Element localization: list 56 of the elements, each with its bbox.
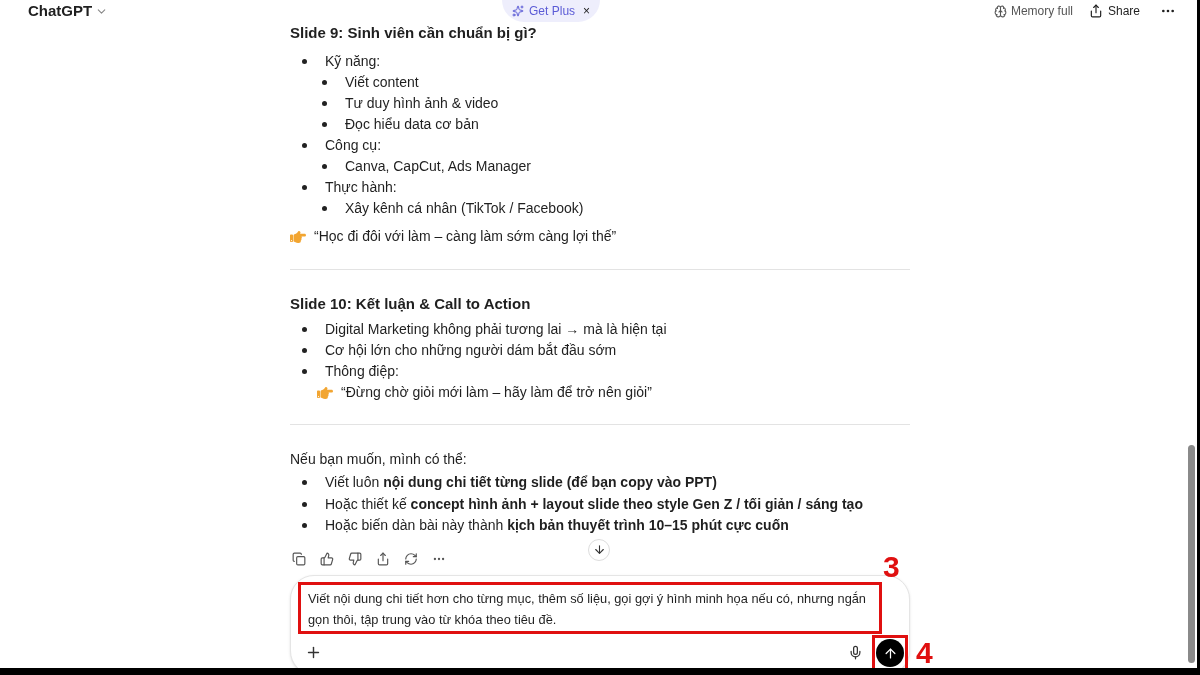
bullet-icon: [302, 59, 307, 64]
quote-text: “Học đi đôi với làm – càng làm sớm càng lợi thế”: [314, 227, 617, 246]
annotation-number: 3: [883, 551, 900, 582]
close-icon[interactable]: ×: [583, 2, 591, 20]
bullet-icon: [322, 101, 327, 106]
section-heading: Slide 9: Sinh viên cần chuẩn bị gì?: [290, 22, 538, 43]
arrow-down-icon: [592, 543, 606, 556]
bullet-icon: [322, 164, 327, 169]
app-title[interactable]: ChatGPT: [28, 0, 93, 23]
copy-icon[interactable]: [292, 551, 306, 566]
bullet-icon: [322, 80, 327, 85]
bullet-icon: [302, 327, 307, 332]
scroll-down-button[interactable]: [588, 538, 610, 561]
list-item-text: Kỹ năng:: [325, 52, 381, 71]
pointing-hand-icon: [317, 384, 333, 401]
bullet-icon: [302, 523, 307, 529]
annotation-number: 4: [916, 637, 933, 668]
share-button[interactable]: Share: [1088, 2, 1140, 20]
bullet-icon: [322, 206, 327, 211]
quote-text: “Đừng chờ giỏi mới làm – hãy làm để trở nên giỏi”: [341, 383, 652, 402]
bullet-icon: [302, 480, 307, 486]
bullet-icon: [322, 122, 327, 127]
list-item-text: Thực hành:: [325, 178, 397, 197]
pointing-hand-icon: [290, 228, 306, 245]
memory-status[interactable]: Memory full: [1010, 2, 1073, 20]
memory-icon: [993, 4, 1007, 18]
bullet-icon: [302, 348, 307, 353]
list-item-text: Xây kênh cá nhân (TikTok / Facebook): [345, 199, 584, 218]
thumbs-up-icon[interactable]: [320, 551, 334, 566]
bullet-icon: [302, 369, 307, 374]
section-heading: Slide 10: Kết luận & Call to Action: [290, 293, 532, 314]
share-icon[interactable]: [376, 551, 390, 566]
list-item-text: Digital Marketing không phải tương lai → mà là hiện tại: [325, 320, 667, 339]
refresh-icon[interactable]: [404, 551, 418, 566]
list-item-text: Thông điệp:: [325, 362, 399, 381]
microphone-icon[interactable]: [848, 644, 863, 660]
bullet-icon: [302, 185, 307, 190]
list-item-text: Hoặc biến dàn bài này thành kịch bản thuyết trình 10–15 phút cực cuốn: [325, 516, 789, 536]
list-item-text: Tư duy hình ảnh & video: [345, 94, 499, 113]
list-item-text: Canva, CapCut, Ads Manager: [345, 157, 531, 176]
list-item-text: Hoặc thiết kế concept hình ảnh + layout slide theo style Gen Z / tối giản / sáng tạo: [325, 494, 863, 514]
list-item-text: Viết luôn nội dung chi tiết từng slide (để bạn copy vào PPT): [325, 473, 717, 493]
list-item-text: Công cụ:: [325, 136, 382, 155]
bullet-icon: [302, 143, 307, 148]
message-input[interactable]: Viết nội dung chi tiết hơn cho từng mục, thêm số liệu, gọi gợi ý hình minh họa nếu có, nhưng ngắn gọn thôi, tập trung vào từ khóa theo tiêu đề.: [298, 581, 882, 634]
sparkle-icon: [512, 5, 525, 17]
bullet-icon: [302, 501, 307, 507]
get-plus-label: Get Plus: [529, 3, 576, 20]
share-icon: [1088, 4, 1103, 18]
intro-text: Nếu bạn muốn, mình có thể:: [290, 450, 468, 469]
list-item-text: Cơ hội lớn cho những người dám bắt đầu sớm: [325, 341, 617, 360]
thumbs-down-icon[interactable]: [348, 551, 362, 566]
list-item-text: Đọc hiểu data cơ bản: [345, 115, 479, 134]
scrollbar-thumb[interactable]: [1188, 445, 1195, 663]
list-item-text: Viết content: [345, 73, 419, 92]
get-plus-pill[interactable]: Get Plus ×: [502, 0, 601, 22]
